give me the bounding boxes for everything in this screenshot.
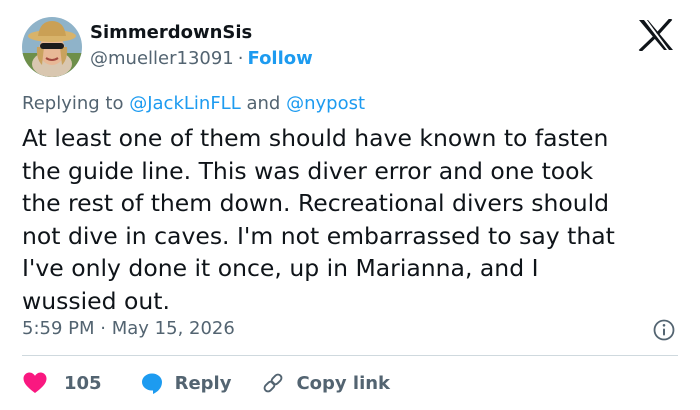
reply-label: Reply — [174, 372, 232, 394]
tweet-text: At least one of them should have known t… — [22, 124, 615, 315]
heart-icon — [22, 371, 48, 395]
follow-button[interactable]: Follow — [248, 48, 313, 69]
author-handle[interactable]: @mueller13091 — [90, 48, 234, 69]
author-display-name[interactable]: SimmerdownSis — [90, 22, 313, 44]
tweet-timestamp[interactable]: 5:59 PM · May 15, 2026 — [22, 318, 235, 340]
avatar[interactable] — [22, 17, 82, 77]
tweet-time: 5:59 PM — [22, 318, 95, 339]
reply-context: Replying to @JackLinFLL and @nypost — [22, 93, 365, 115]
mention-link[interactable]: @JackLinFLL — [129, 93, 241, 114]
copy-link-button[interactable]: Copy link — [261, 371, 390, 395]
reply-bubble-icon — [140, 371, 164, 395]
timestamp-separator: · — [100, 318, 106, 339]
link-icon — [261, 371, 285, 395]
x-logo-icon[interactable] — [638, 17, 674, 53]
author-handle-row: @mueller13091 · Follow — [90, 48, 313, 70]
reply-context-prefix: Replying to — [22, 93, 124, 114]
info-icon[interactable] — [652, 318, 676, 342]
tweet-date: May 15, 2026 — [111, 318, 235, 339]
author-block: SimmerdownSis @mueller13091 · Follow — [90, 22, 313, 70]
handle-separator: · — [237, 48, 244, 69]
reply-context-conjunction: and — [246, 93, 281, 114]
tweet-card: SimmerdownSis @mueller13091 · Follow Reply… — [0, 0, 700, 410]
reply-button[interactable]: Reply — [140, 371, 232, 395]
like-button[interactable]: 105 — [22, 371, 102, 395]
action-bar: 105 Reply Copy link — [22, 368, 390, 398]
like-count: 105 — [64, 372, 102, 394]
mention-link[interactable]: @nypost — [286, 93, 365, 114]
copy-link-label: Copy link — [296, 372, 391, 394]
divider — [22, 355, 678, 356]
